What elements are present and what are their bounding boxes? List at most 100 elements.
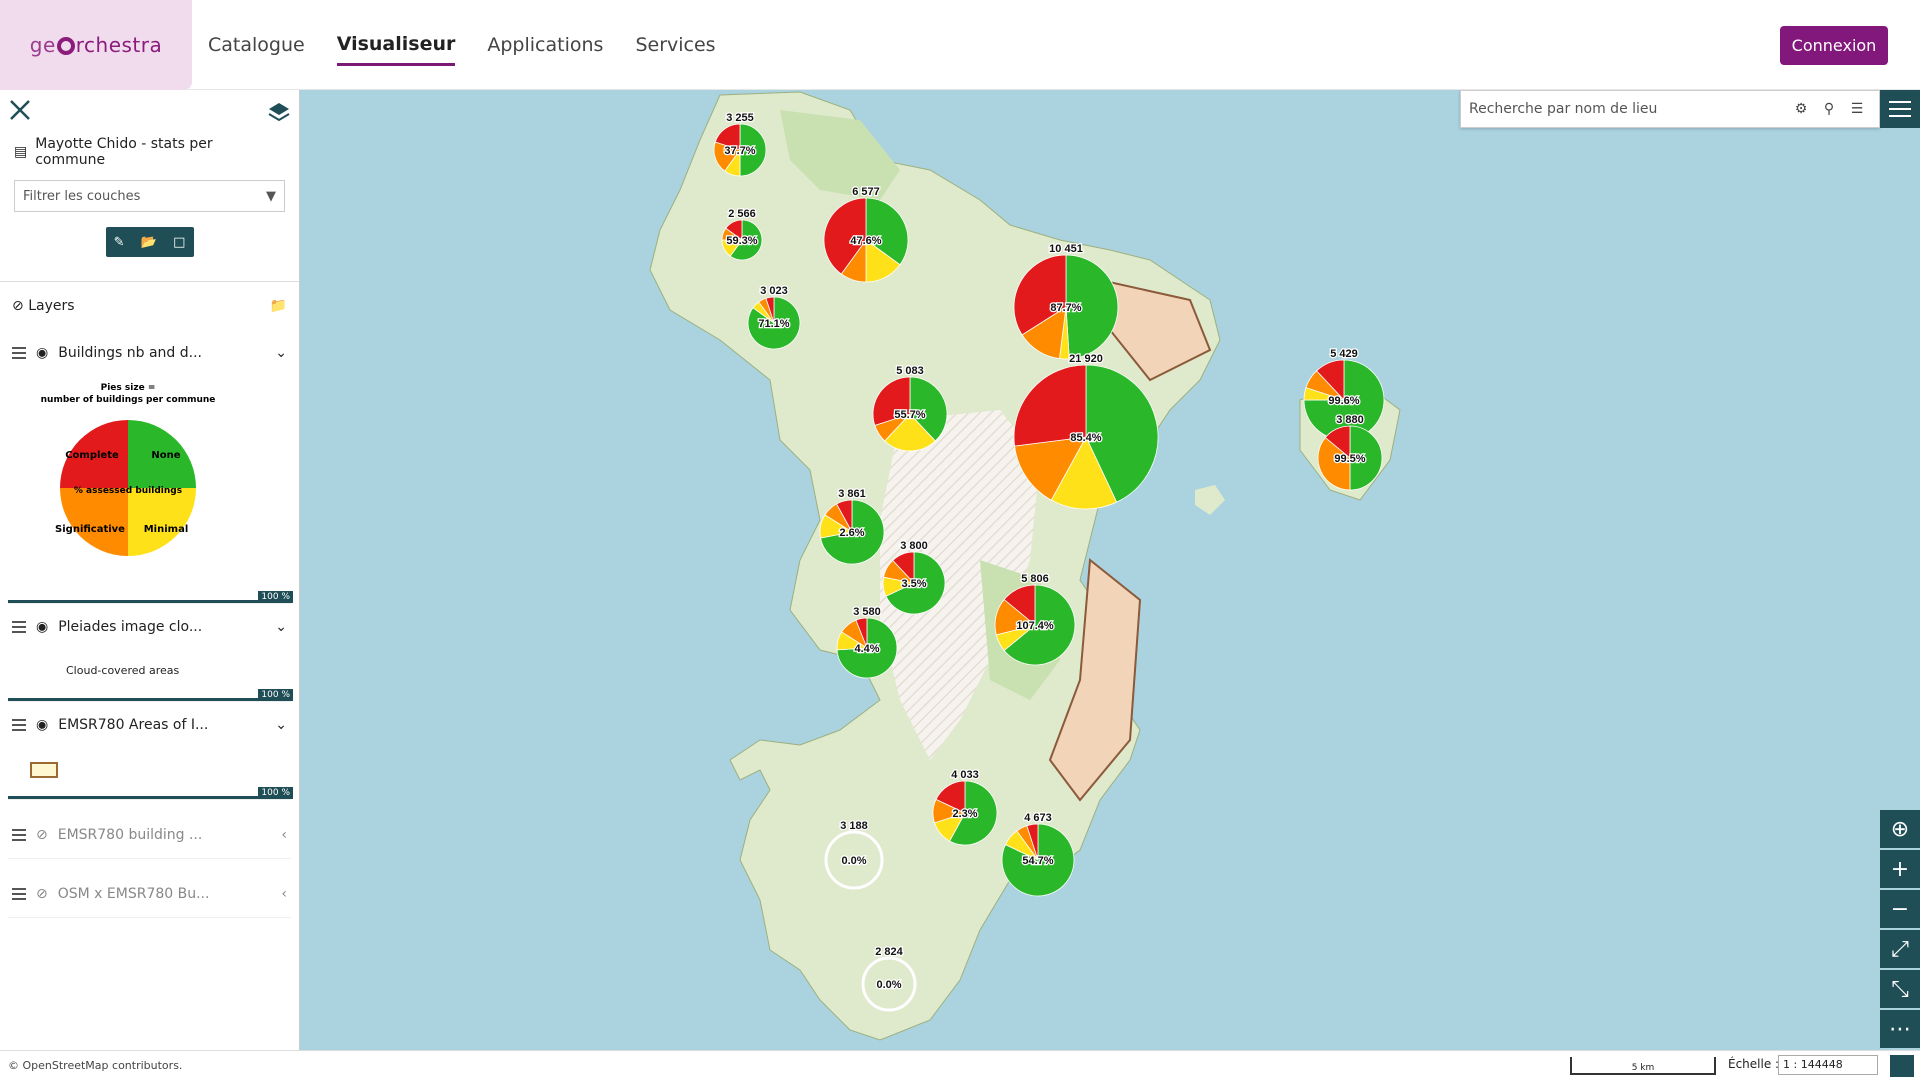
commune-pie[interactable]: 5 083 55.7% [872, 364, 948, 452]
logo[interactable]: ge rchestra [0, 0, 192, 90]
commune-pie[interactable]: 5 806 107.4% [994, 572, 1076, 666]
scale-bar: 5 km [1570, 1057, 1716, 1075]
commune-pie[interactable]: 3 023 71.1% [747, 284, 801, 350]
fullscreen-icon[interactable]: ⤡ [1880, 970, 1920, 1008]
opacity-slider[interactable]: 100 % [8, 591, 293, 603]
place-search[interactable]: Recherche par nom de lieu ⚙ ⚲ ☰ [1460, 90, 1880, 128]
eye-off-icon[interactable]: ⊘ [12, 298, 24, 314]
opacity-slider[interactable]: 100 % [8, 689, 293, 701]
pie-percent-label: 47.6% [850, 235, 881, 247]
legend-significative: Significative [55, 524, 125, 535]
pie-count-label: 21 920 [1069, 353, 1103, 365]
drag-handle-icon[interactable] [12, 829, 26, 841]
eye-off-icon[interactable]: ⊘ [36, 886, 48, 902]
opacity-slider[interactable]: 100 % [8, 787, 293, 799]
pie-count-label: 3 880 [1336, 414, 1364, 426]
commune-pie[interactable]: 2 566 59.3% [721, 207, 763, 261]
layer-row-emsr-areas[interactable]: ◉ EMSR780 Areas of I... ⌄ [8, 702, 291, 748]
add-group-icon[interactable]: 📂 [141, 235, 157, 250]
layer-name: Pleiades image clo... [58, 619, 203, 635]
commune-pie[interactable]: 3 861 2.6% [819, 487, 885, 565]
commune-pie[interactable]: 4 033 2.3% [932, 768, 998, 846]
login-button[interactable]: Connexion [1780, 26, 1888, 65]
opacity-value: 100 % [258, 591, 293, 603]
scale-select[interactable]: 1 : 144448 [1778, 1055, 1878, 1075]
commune-pie[interactable]: 6 577 47.6% [823, 185, 909, 283]
layer-emsr-areas: ◉ EMSR780 Areas of I... ⌄ 100 % [8, 702, 293, 800]
chevron-down-icon[interactable]: ⌄ [275, 717, 287, 733]
locate-icon[interactable]: ⊕ [1880, 810, 1920, 848]
nav-services[interactable]: Services [635, 26, 715, 64]
zoom-out-button[interactable]: − [1880, 890, 1920, 928]
layer-name: OSM x EMSR780 Bu... [57, 886, 210, 902]
layer-osm-emsr: ⊘ OSM x EMSR780 Bu... ‹ [8, 871, 291, 918]
print-icon[interactable] [1890, 1055, 1914, 1077]
pie-count-label: 5 806 [1021, 573, 1049, 585]
nav-applications[interactable]: Applications [487, 26, 603, 64]
buildings-legend: Pies size = number of buildings per comm… [8, 376, 291, 594]
chevron-left-icon[interactable]: ‹ [281, 886, 287, 902]
commune-pie[interactable]: 3 800 3.5% [882, 539, 946, 615]
pie-percent-label: 0.0% [876, 979, 901, 991]
eye-icon[interactable]: ◉ [36, 619, 48, 635]
add-layer-icon[interactable]: ✎ [114, 235, 125, 250]
map-footer: © OpenStreetMap contributors. 5 km Échel… [0, 1050, 1920, 1080]
gear-icon[interactable]: ⚙ [1787, 101, 1815, 117]
layers-title: Layers [28, 298, 75, 314]
layer-row-osm-emsr[interactable]: ⊘ OSM x EMSR780 Bu... ‹ [8, 871, 291, 917]
chevron-left-icon[interactable]: ‹ [281, 827, 287, 843]
annotation-icon[interactable]: □ [173, 235, 185, 250]
burger-menu-button[interactable] [1880, 90, 1920, 128]
pie-percent-label: 37.7% [724, 145, 755, 157]
top-header: ge rchestra Catalogue Visualiseur Applica… [0, 0, 1920, 90]
commune-pie[interactable]: 21 920 85.4% [1013, 352, 1159, 510]
menu-icon [1889, 101, 1911, 117]
chevron-down-icon[interactable]: ⌄ [275, 345, 287, 361]
legend-pie-svg: Pies size = number of buildings per comm… [41, 383, 215, 556]
layer-row-emsr-building[interactable]: ⊘ EMSR780 building ... ‹ [8, 812, 291, 858]
commune-pie[interactable]: 3 188 0.0% [824, 819, 884, 890]
pie-percent-label: 54.7% [1022, 855, 1053, 867]
eye-icon[interactable]: ◉ [36, 345, 48, 361]
layer-buildings: ◉ Buildings nb and d... ⌄ Pies size = nu… [8, 330, 293, 604]
zoom-in-button[interactable]: + [1880, 850, 1920, 888]
map-title-text: Mayotte Chido - stats per commune [35, 136, 213, 168]
folder-icon[interactable]: 📁 [270, 298, 287, 314]
commune-pie[interactable]: 2 824 0.0% [861, 945, 917, 1012]
layer-row-buildings[interactable]: ◉ Buildings nb and d... ⌄ [8, 330, 291, 376]
commune-pie[interactable]: 3 580 4.4% [836, 605, 898, 679]
commune-pie[interactable]: 3 255 37.7% [713, 111, 767, 177]
scale-label: Échelle : [1728, 1057, 1780, 1071]
full-extent-icon[interactable]: ⤢ [1880, 930, 1920, 968]
layers-icon[interactable] [267, 100, 291, 124]
pie-count-label: 6 577 [852, 186, 880, 198]
nav-catalogue[interactable]: Catalogue [208, 26, 305, 64]
eye-off-icon[interactable]: ⊘ [36, 827, 48, 843]
search-icon[interactable]: ⚲ [1815, 101, 1843, 117]
map-title: ▤ Mayotte Chido - stats per commune [0, 132, 299, 172]
pie-count-label: 5 429 [1330, 348, 1358, 360]
chevron-down-icon[interactable]: ⌄ [275, 619, 287, 635]
close-icon[interactable] [8, 98, 32, 122]
pie-percent-label: 55.7% [894, 409, 925, 421]
list-icon[interactable]: ☰ [1843, 101, 1871, 117]
drag-handle-icon[interactable] [12, 888, 26, 900]
eye-icon[interactable]: ◉ [36, 717, 48, 733]
commune-pie[interactable]: 10 451 87.7% [1013, 242, 1119, 360]
nav-visualiseur[interactable]: Visualiseur [336, 25, 456, 66]
layer-name: Buildings nb and d... [58, 345, 202, 361]
pie-count-label: 4 673 [1024, 812, 1052, 824]
drag-handle-icon[interactable] [12, 347, 26, 359]
search-input[interactable]: Recherche par nom de lieu [1469, 101, 1787, 117]
layer-pleiades: ◉ Pleiades image clo... ⌄ Cloud-covered … [8, 604, 293, 702]
filter-layers-input[interactable]: Filtrer les couches ▼ [14, 180, 285, 212]
drag-handle-icon[interactable] [12, 621, 26, 633]
layer-row-pleiades[interactable]: ◉ Pleiades image clo... ⌄ [8, 604, 291, 650]
commune-pie[interactable]: 4 673 54.7% [1001, 811, 1075, 897]
drag-handle-icon[interactable] [12, 719, 26, 731]
more-icon[interactable]: ⋯ [1880, 1010, 1920, 1048]
logo-text: ge rchestra [29, 33, 163, 57]
osm-link[interactable]: OpenStreetMap [23, 1059, 109, 1072]
map-view[interactable]: 3 255 37.7% 2 566 59.3% 6 577 47.6% 3 023 71.1%… [300, 90, 1920, 1050]
pie-count-label: 3 861 [838, 488, 866, 500]
